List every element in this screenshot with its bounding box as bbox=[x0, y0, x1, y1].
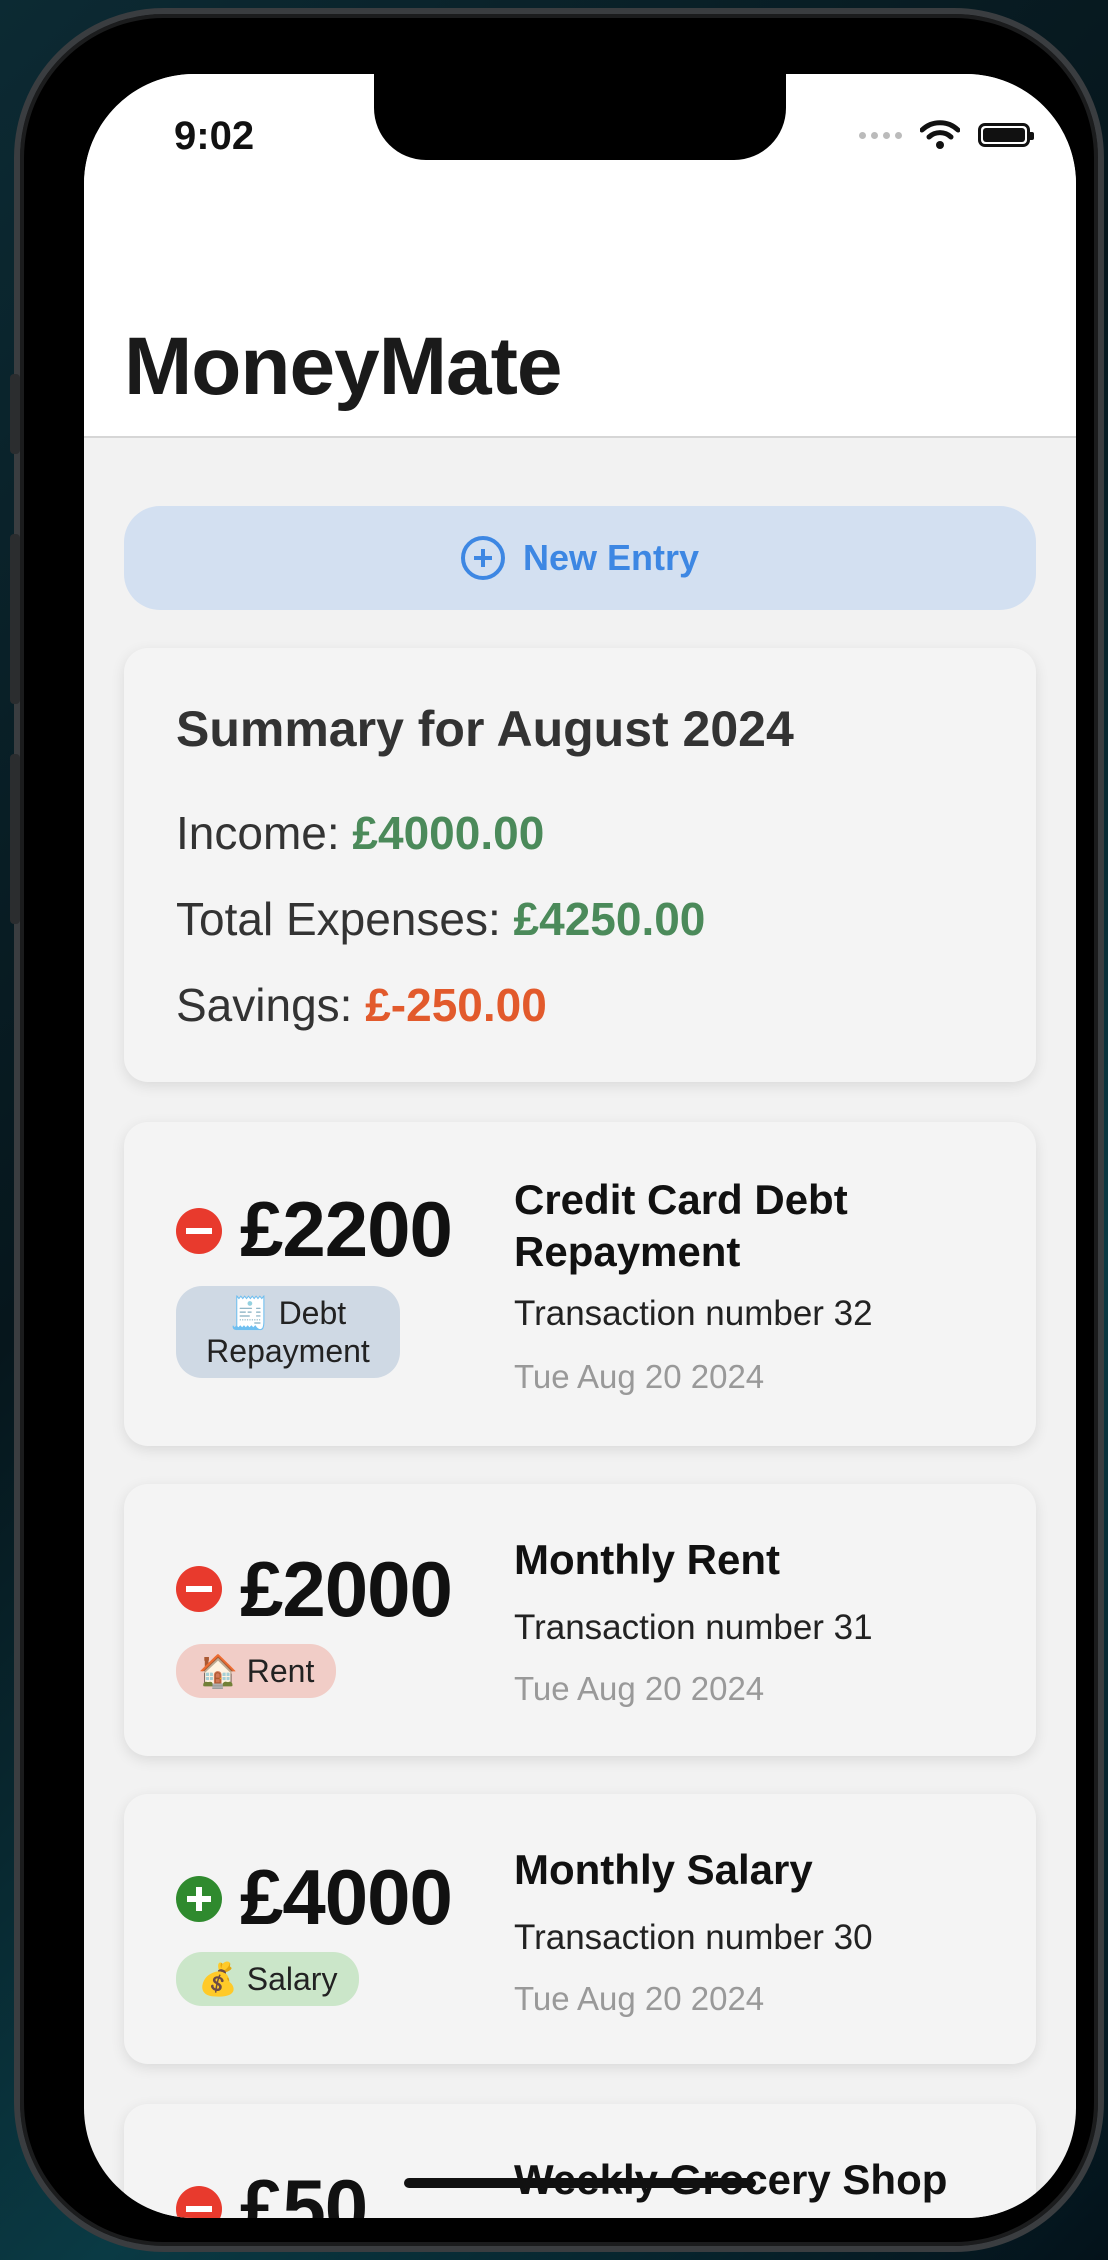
income-value: £4000.00 bbox=[352, 807, 545, 859]
plus-icon bbox=[176, 1876, 222, 1922]
cellular-signal-icon bbox=[859, 131, 902, 139]
transaction-card[interactable]: £2000 🏠 Rent Monthly Rent Transaction nu… bbox=[124, 1484, 1036, 1756]
transaction-number: Transaction number 31 bbox=[514, 1608, 873, 1647]
summary-title: Summary for August 2024 bbox=[176, 701, 794, 757]
battery-icon bbox=[978, 123, 1034, 147]
transaction-number: Transaction number 32 bbox=[514, 1294, 873, 1333]
transaction-date: Tue Aug 20 2024 bbox=[514, 1358, 765, 1395]
transaction-title: Monthly Salary bbox=[514, 1846, 813, 1893]
minus-icon bbox=[176, 2186, 222, 2218]
page-title: MoneyMate bbox=[124, 321, 563, 412]
expenses-line: Total Expenses: £4250.00 bbox=[176, 892, 705, 946]
status-time: 9:02 bbox=[174, 114, 255, 158]
volume-down-button bbox=[10, 754, 20, 924]
transaction-date: Tue Aug 20 2024 bbox=[514, 1980, 765, 2017]
notch bbox=[374, 74, 786, 160]
volume-up-button bbox=[10, 534, 20, 704]
transaction-title: Credit Card Debt Repayment bbox=[514, 1176, 848, 1275]
transaction-card[interactable]: £50 Weekly Grocery Shop bbox=[124, 2104, 1036, 2218]
transaction-amount: £2200 bbox=[240, 1185, 453, 1273]
transaction-title: Monthly Rent bbox=[514, 1536, 780, 1583]
income-line: Income: £4000.00 bbox=[176, 806, 544, 860]
screen: 9:02 MoneyMate New Entry Summary for Aug… bbox=[84, 74, 1076, 2218]
silent-switch bbox=[10, 374, 20, 454]
savings-line: Savings: £-250.00 bbox=[176, 978, 547, 1032]
savings-label: Savings: bbox=[176, 979, 366, 1031]
summary-card: Summary for August 2024 Income: £4000.00… bbox=[124, 648, 1036, 1082]
income-label: Income: bbox=[176, 807, 353, 859]
home-indicator[interactable] bbox=[404, 2178, 756, 2188]
status-icons bbox=[859, 120, 1034, 150]
expenses-label: Total Expenses: bbox=[176, 893, 514, 945]
new-entry-button[interactable]: New Entry bbox=[124, 506, 1036, 610]
category-tag: 💰 Salary bbox=[176, 1952, 360, 2006]
transaction-date: Tue Aug 20 2024 bbox=[514, 1670, 765, 1707]
category-tag: 🏠 Rent bbox=[176, 1644, 337, 1698]
transaction-card[interactable]: £2200 🧾 Debt Repayment Credit Card Debt … bbox=[124, 1122, 1036, 1446]
expenses-value: £4250.00 bbox=[513, 893, 706, 945]
transaction-number: Transaction number 30 bbox=[514, 1918, 873, 1957]
minus-icon bbox=[176, 1208, 222, 1254]
savings-value: £-250.00 bbox=[365, 979, 547, 1031]
phone-frame: 9:02 MoneyMate New Entry Summary for Aug… bbox=[10, 8, 1104, 2252]
category-tag: 🧾 Debt Repayment bbox=[176, 1286, 400, 1378]
navigation-header: MoneyMate bbox=[84, 204, 1076, 438]
transaction-amount: £4000 bbox=[240, 1853, 453, 1941]
transaction-amount: £50 bbox=[240, 2163, 368, 2218]
transaction-amount: £2000 bbox=[240, 1545, 453, 1633]
plus-circle-icon bbox=[460, 536, 505, 580]
transaction-card[interactable]: £4000 💰 Salary Monthly Salary Transactio… bbox=[124, 1794, 1036, 2064]
minus-icon bbox=[176, 1566, 222, 1612]
wifi-icon bbox=[920, 120, 960, 149]
new-entry-label: New Entry bbox=[522, 537, 700, 578]
